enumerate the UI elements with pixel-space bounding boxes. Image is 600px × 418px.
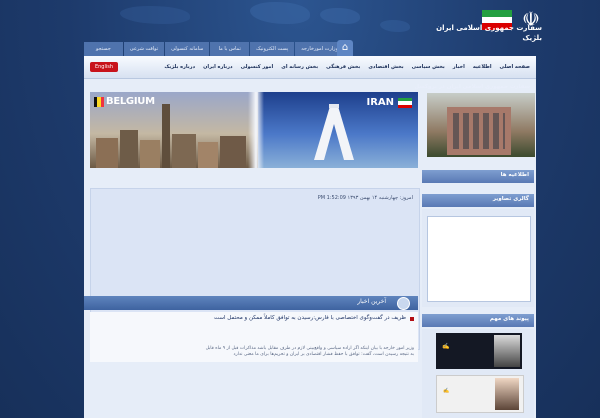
menu-item[interactable]: درباره ایران (203, 64, 232, 70)
news-list: ظریف در گفت‌وگوی اختصاصی با فارس:رسیدن ب… (90, 312, 418, 362)
gallery-frame[interactable] (427, 216, 531, 302)
menu-item[interactable]: بخش اقتصادی (368, 64, 403, 70)
calligraphy-logo: ✍ (442, 343, 450, 350)
top-nav: جستجو توافت شرعی سامانه کنسولی تماس با م… (84, 42, 345, 56)
embassy-windows (453, 113, 505, 149)
site-title-line2: بلژیک (522, 34, 542, 42)
menu-item[interactable]: امور کنسولی (241, 64, 274, 70)
map-shape (320, 8, 360, 24)
iran-flag-icon (398, 98, 412, 108)
top-nav-item[interactable]: جستجو (84, 42, 123, 56)
building-shape (198, 142, 218, 168)
site-title[interactable]: سفارت جمهوری اسلامی ایران بلژیک (392, 23, 542, 43)
menu-item[interactable]: بخش رسانه ای (281, 64, 318, 70)
building-shape (140, 140, 160, 168)
gallery-box (422, 209, 534, 307)
home-icon[interactable]: ⌂ (337, 40, 353, 56)
site-title-line1: سفارت جمهوری اسلامی ایران (436, 24, 542, 32)
portrait-image (494, 335, 520, 367)
gallery-title: گالری تصاویر (492, 196, 529, 202)
calligraphy-logo: ✍ (443, 388, 450, 394)
menu-item[interactable]: درباره بلژیک (164, 64, 195, 70)
building-shape (96, 138, 118, 168)
iran-label: IRAN (366, 97, 394, 108)
map-shape (120, 6, 190, 24)
map-shape (250, 2, 310, 24)
banner: BELGIUM IRAN (90, 92, 418, 168)
globe-icon (397, 297, 410, 310)
building-shape (220, 136, 246, 168)
belgium-label: BELGIUM (106, 96, 155, 107)
links-header[interactable]: پیوند های مهم (422, 314, 534, 327)
news-item-text: ظریف در گفت‌وگوی اختصاصی با فارس:رسیدن ب… (214, 315, 406, 321)
links-title: پیوند های مهم (489, 316, 529, 322)
menu-item[interactable]: اطلاعیه (473, 64, 492, 70)
latest-news-header: آخرین اخبار (84, 296, 418, 310)
bullet-icon (410, 317, 414, 321)
embassy-caption[interactable]: سفارت جمهوری اسلامی ایران در بروکسل (414, 84, 530, 90)
menu-item[interactable]: اخبار (453, 64, 465, 70)
belgium-flag-icon (94, 97, 104, 107)
notices-title: اطلاعیه ها (500, 172, 529, 178)
top-nav-item[interactable]: تماس با ما (210, 42, 250, 56)
top-nav-item[interactable]: توافت شرعی (123, 42, 165, 56)
building-shape (172, 134, 196, 168)
banner-separator (248, 92, 264, 168)
english-button[interactable]: English (90, 62, 118, 72)
news-item-link[interactable]: ظریف در گفت‌وگوی اختصاصی با فارس:رسیدن ب… (204, 314, 414, 323)
main-menu-items: صفحه اصلی اطلاعیه اخبار بخش سیاسی بخش اق… (164, 56, 530, 78)
portrait-image (495, 378, 519, 410)
building-shape (120, 130, 138, 168)
menu-item[interactable]: صفحه اصلی (500, 64, 530, 70)
belgium-cityscape-image: BELGIUM (90, 92, 260, 168)
news-summary: وزیر امور خارجه با بیان اینکه اگر اراده … (205, 346, 414, 357)
top-nav-item[interactable]: پست الکترونیک (250, 42, 295, 56)
notices-header[interactable]: اطلاعیه ها (422, 170, 534, 183)
links-box: ✍ ✍ (422, 329, 534, 418)
top-nav-item[interactable]: سامانه کنسولی (165, 42, 210, 56)
gallery-header[interactable]: گالری تصاویر (422, 194, 534, 207)
azadi-tower-icon (314, 104, 354, 160)
building-shape (162, 104, 170, 168)
link-banner[interactable]: ✍ (436, 333, 522, 369)
menu-item[interactable]: بخش سیاسی (412, 64, 445, 70)
azadi-tower-image: IRAN (258, 92, 418, 168)
menu-item[interactable]: بخش فرهنگی (326, 64, 360, 70)
page: ☫ سفارت جمهوری اسلامی ایران بلژیک جستجو … (0, 0, 600, 418)
main-menu: English صفحه اصلی اطلاعیه اخبار بخش سیاس… (84, 56, 536, 79)
link-banner[interactable]: ✍ (436, 375, 524, 413)
date-text: امروز: چهارشنبه ۱۴ بهمن ۱۳۹۳ PM 1:52:09 (317, 195, 413, 201)
latest-news-title: آخرین اخبار (357, 298, 386, 305)
embassy-photo[interactable] (427, 93, 535, 157)
